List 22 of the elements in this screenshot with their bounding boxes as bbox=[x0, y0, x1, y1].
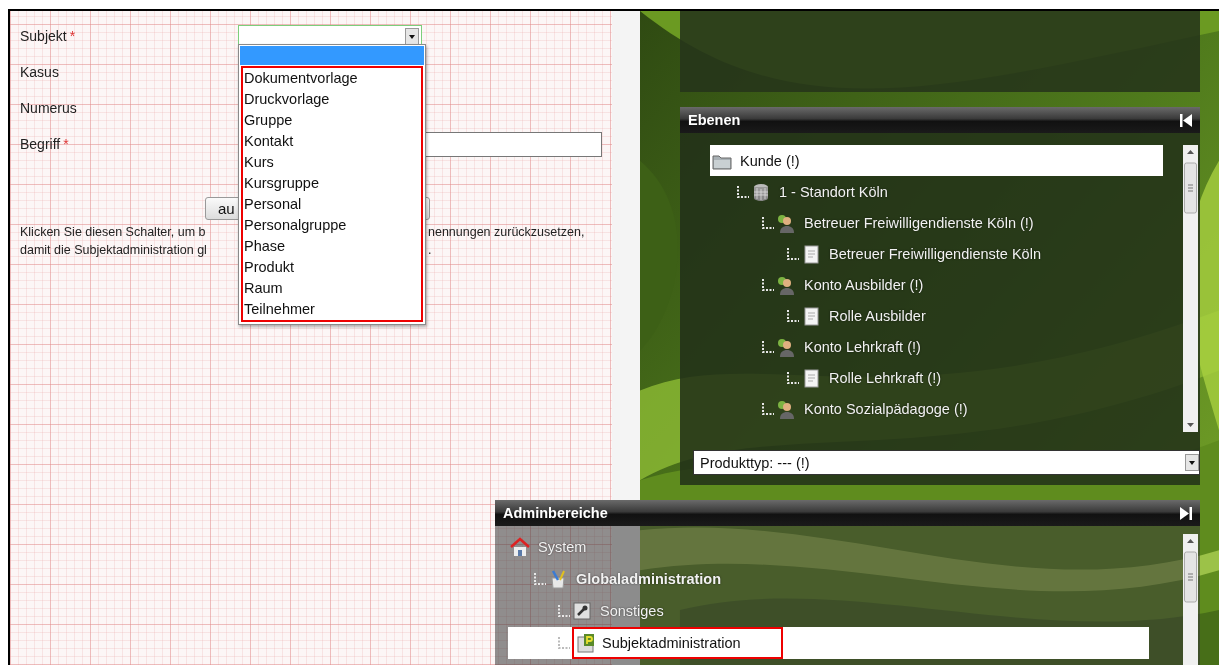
tree-item-label: 1 - Standort Köln bbox=[779, 183, 888, 200]
panel-title: Adminbereiche bbox=[503, 505, 608, 521]
tree-item-label: Rolle Ausbilder bbox=[829, 307, 926, 324]
tree-item-label: Betreuer Freiwilligendienste Köln bbox=[829, 245, 1041, 262]
help-text: . bbox=[428, 243, 432, 257]
tree-item-label: Konto Sozialpädagoge (!) bbox=[804, 400, 968, 417]
help-text: nennungen zurückzusetzen, bbox=[428, 225, 585, 239]
field-label: Numerus bbox=[20, 100, 78, 116]
tree-item-label: Kunde (!) bbox=[740, 152, 800, 169]
tree-item-label: Subjektadministration bbox=[602, 635, 741, 651]
field-label: Kasus bbox=[20, 64, 60, 80]
tree-item-label: Konto Lehrkraft (!) bbox=[804, 338, 921, 355]
help-text: Klicken Sie diesen Schalter, um b bbox=[20, 225, 206, 239]
panel-title: Ebenen bbox=[688, 112, 741, 128]
field-label: Begriff * bbox=[20, 136, 70, 152]
help-text: damit die Subjektadministration gl bbox=[20, 243, 207, 257]
tree-item-label: Globaladministration bbox=[576, 571, 721, 587]
tree-item-label: System bbox=[538, 539, 587, 555]
tree-item-label: Rolle Lehrkraft (!) bbox=[829, 369, 941, 386]
tree-item-label: Betreuer Freiwilligendienste Köln (!) bbox=[804, 214, 1034, 231]
field-label: Subjekt * bbox=[20, 28, 77, 44]
tree-item-label: Konto Ausbilder (!) bbox=[804, 276, 924, 293]
